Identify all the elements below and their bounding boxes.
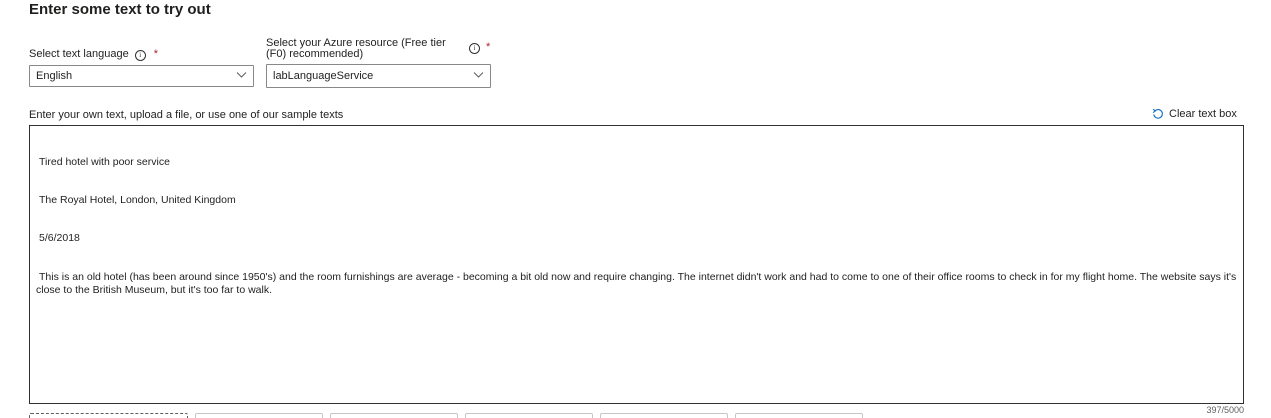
language-label-row: Select text language i * (29, 49, 158, 61)
language-label: Select text language (29, 48, 129, 60)
character-count: 397/5000 (1206, 405, 1244, 415)
chevron-down-icon (236, 72, 247, 78)
clear-text-label: Clear text box (1169, 108, 1237, 120)
section-heading: Enter some text to try out (29, 1, 211, 18)
text-line: The Royal Hotel, London, United Kingdom (39, 193, 236, 206)
try-it-panel: Enter some text to try out Select text l… (0, 0, 1271, 418)
text-line: 5/6/2018 (39, 232, 80, 245)
sample-text-button[interactable] (735, 413, 863, 418)
resource-label-text2: (F0) recommended) (266, 48, 364, 60)
text-line: This is an old hotel (has been around si… (36, 270, 1240, 296)
info-icon[interactable]: i (134, 50, 146, 61)
text-input-area[interactable]: Tired hotel with poor service The Royal … (29, 125, 1244, 404)
sample-text-button[interactable] (465, 413, 593, 418)
refresh-icon (1152, 108, 1163, 119)
chevron-down-icon (473, 72, 484, 78)
text-input-label: Enter your own text, upload a file, or u… (29, 109, 344, 121)
sample-text-button[interactable] (195, 413, 323, 418)
language-select-value: English (36, 70, 73, 82)
required-mark: * (153, 48, 158, 60)
resource-label-line2: (F0) recommended) (266, 49, 363, 60)
text-line: Tired hotel with poor service (39, 155, 170, 168)
clear-text-button[interactable]: Clear text box (1152, 108, 1237, 120)
upload-file-button[interactable] (29, 413, 188, 418)
required-mark: * (486, 41, 491, 53)
info-icon[interactable]: i (469, 43, 480, 54)
resource-label-icons: i * (463, 42, 490, 54)
sample-text-button[interactable] (330, 413, 458, 418)
resource-select[interactable]: labLanguageService (266, 64, 491, 88)
language-select[interactable]: English (29, 65, 254, 87)
resource-select-value: labLanguageService (273, 70, 374, 82)
sample-text-button[interactable] (600, 413, 728, 418)
